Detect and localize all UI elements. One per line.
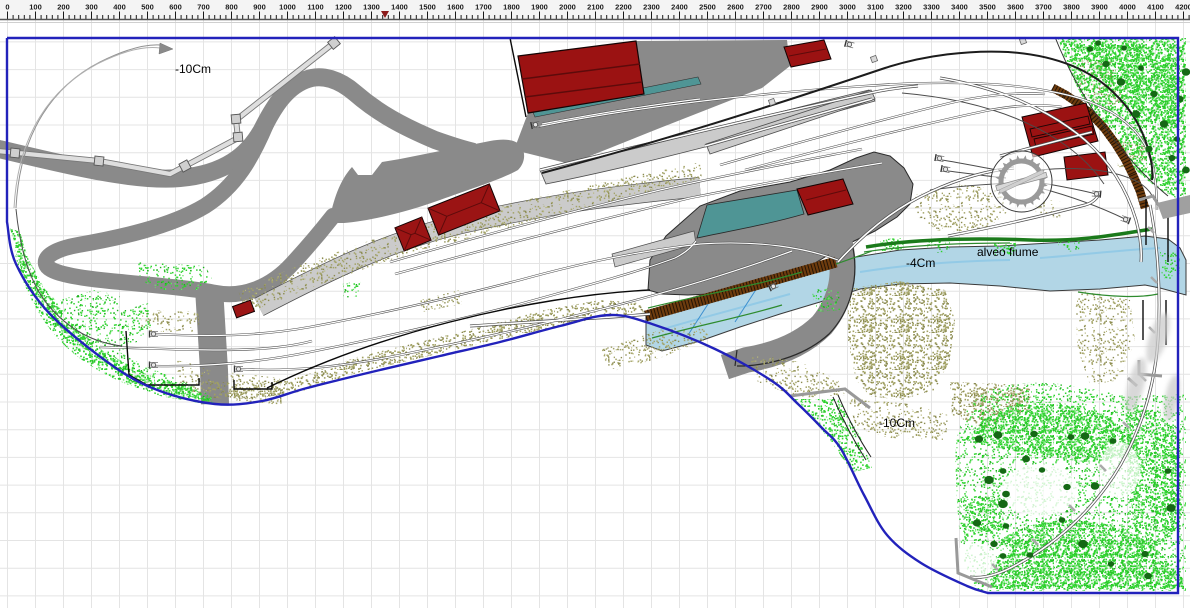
- svg-text:4200: 4200: [1175, 3, 1190, 12]
- svg-text:1100: 1100: [307, 3, 323, 12]
- svg-text:3500: 3500: [979, 3, 996, 12]
- svg-text:3700: 3700: [1035, 3, 1052, 12]
- svg-text:2000: 2000: [559, 3, 576, 12]
- svg-text:2400: 2400: [671, 3, 688, 12]
- svg-text:1400: 1400: [391, 3, 408, 12]
- svg-text:2300: 2300: [643, 3, 660, 12]
- svg-text:1700: 1700: [475, 3, 492, 12]
- svg-text:3100: 3100: [867, 3, 884, 12]
- svg-text:3600: 3600: [1007, 3, 1024, 12]
- svg-text:2900: 2900: [811, 3, 828, 12]
- svg-text:4100: 4100: [1147, 3, 1164, 12]
- svg-text:900: 900: [253, 3, 266, 12]
- svg-text:2100: 2100: [587, 3, 604, 12]
- svg-text:3400: 3400: [951, 3, 968, 12]
- svg-text:600: 600: [169, 3, 182, 12]
- svg-text:800: 800: [225, 3, 238, 12]
- svg-text:500: 500: [141, 3, 154, 12]
- svg-text:-10Cm: -10Cm: [879, 416, 915, 430]
- svg-text:1500: 1500: [419, 3, 436, 12]
- svg-text:1000: 1000: [279, 3, 296, 12]
- svg-text:700: 700: [197, 3, 210, 12]
- svg-text:-4Cm: -4Cm: [906, 256, 935, 270]
- svg-text:1800: 1800: [503, 3, 520, 12]
- svg-text:2800: 2800: [783, 3, 800, 12]
- svg-text:1900: 1900: [531, 3, 548, 12]
- svg-text:3200: 3200: [895, 3, 912, 12]
- svg-text:2600: 2600: [727, 3, 744, 12]
- svg-text:400: 400: [113, 3, 126, 12]
- svg-text:300: 300: [85, 3, 98, 12]
- svg-text:alveo fiume: alveo fiume: [977, 245, 1039, 259]
- svg-text:3000: 3000: [839, 3, 856, 12]
- svg-text:3800: 3800: [1063, 3, 1080, 12]
- svg-text:1300: 1300: [363, 3, 380, 12]
- svg-text:1600: 1600: [447, 3, 464, 12]
- svg-text:-10Cm: -10Cm: [175, 62, 211, 76]
- svg-text:1200: 1200: [335, 3, 352, 12]
- svg-text:100: 100: [29, 3, 42, 12]
- svg-text:200: 200: [57, 3, 70, 12]
- svg-text:2200: 2200: [615, 3, 632, 12]
- svg-text:3900: 3900: [1091, 3, 1108, 12]
- svg-text:0: 0: [5, 3, 9, 12]
- svg-text:2700: 2700: [755, 3, 772, 12]
- svg-text:4000: 4000: [1119, 3, 1136, 12]
- svg-text:2500: 2500: [699, 3, 716, 12]
- svg-text:3300: 3300: [923, 3, 940, 12]
